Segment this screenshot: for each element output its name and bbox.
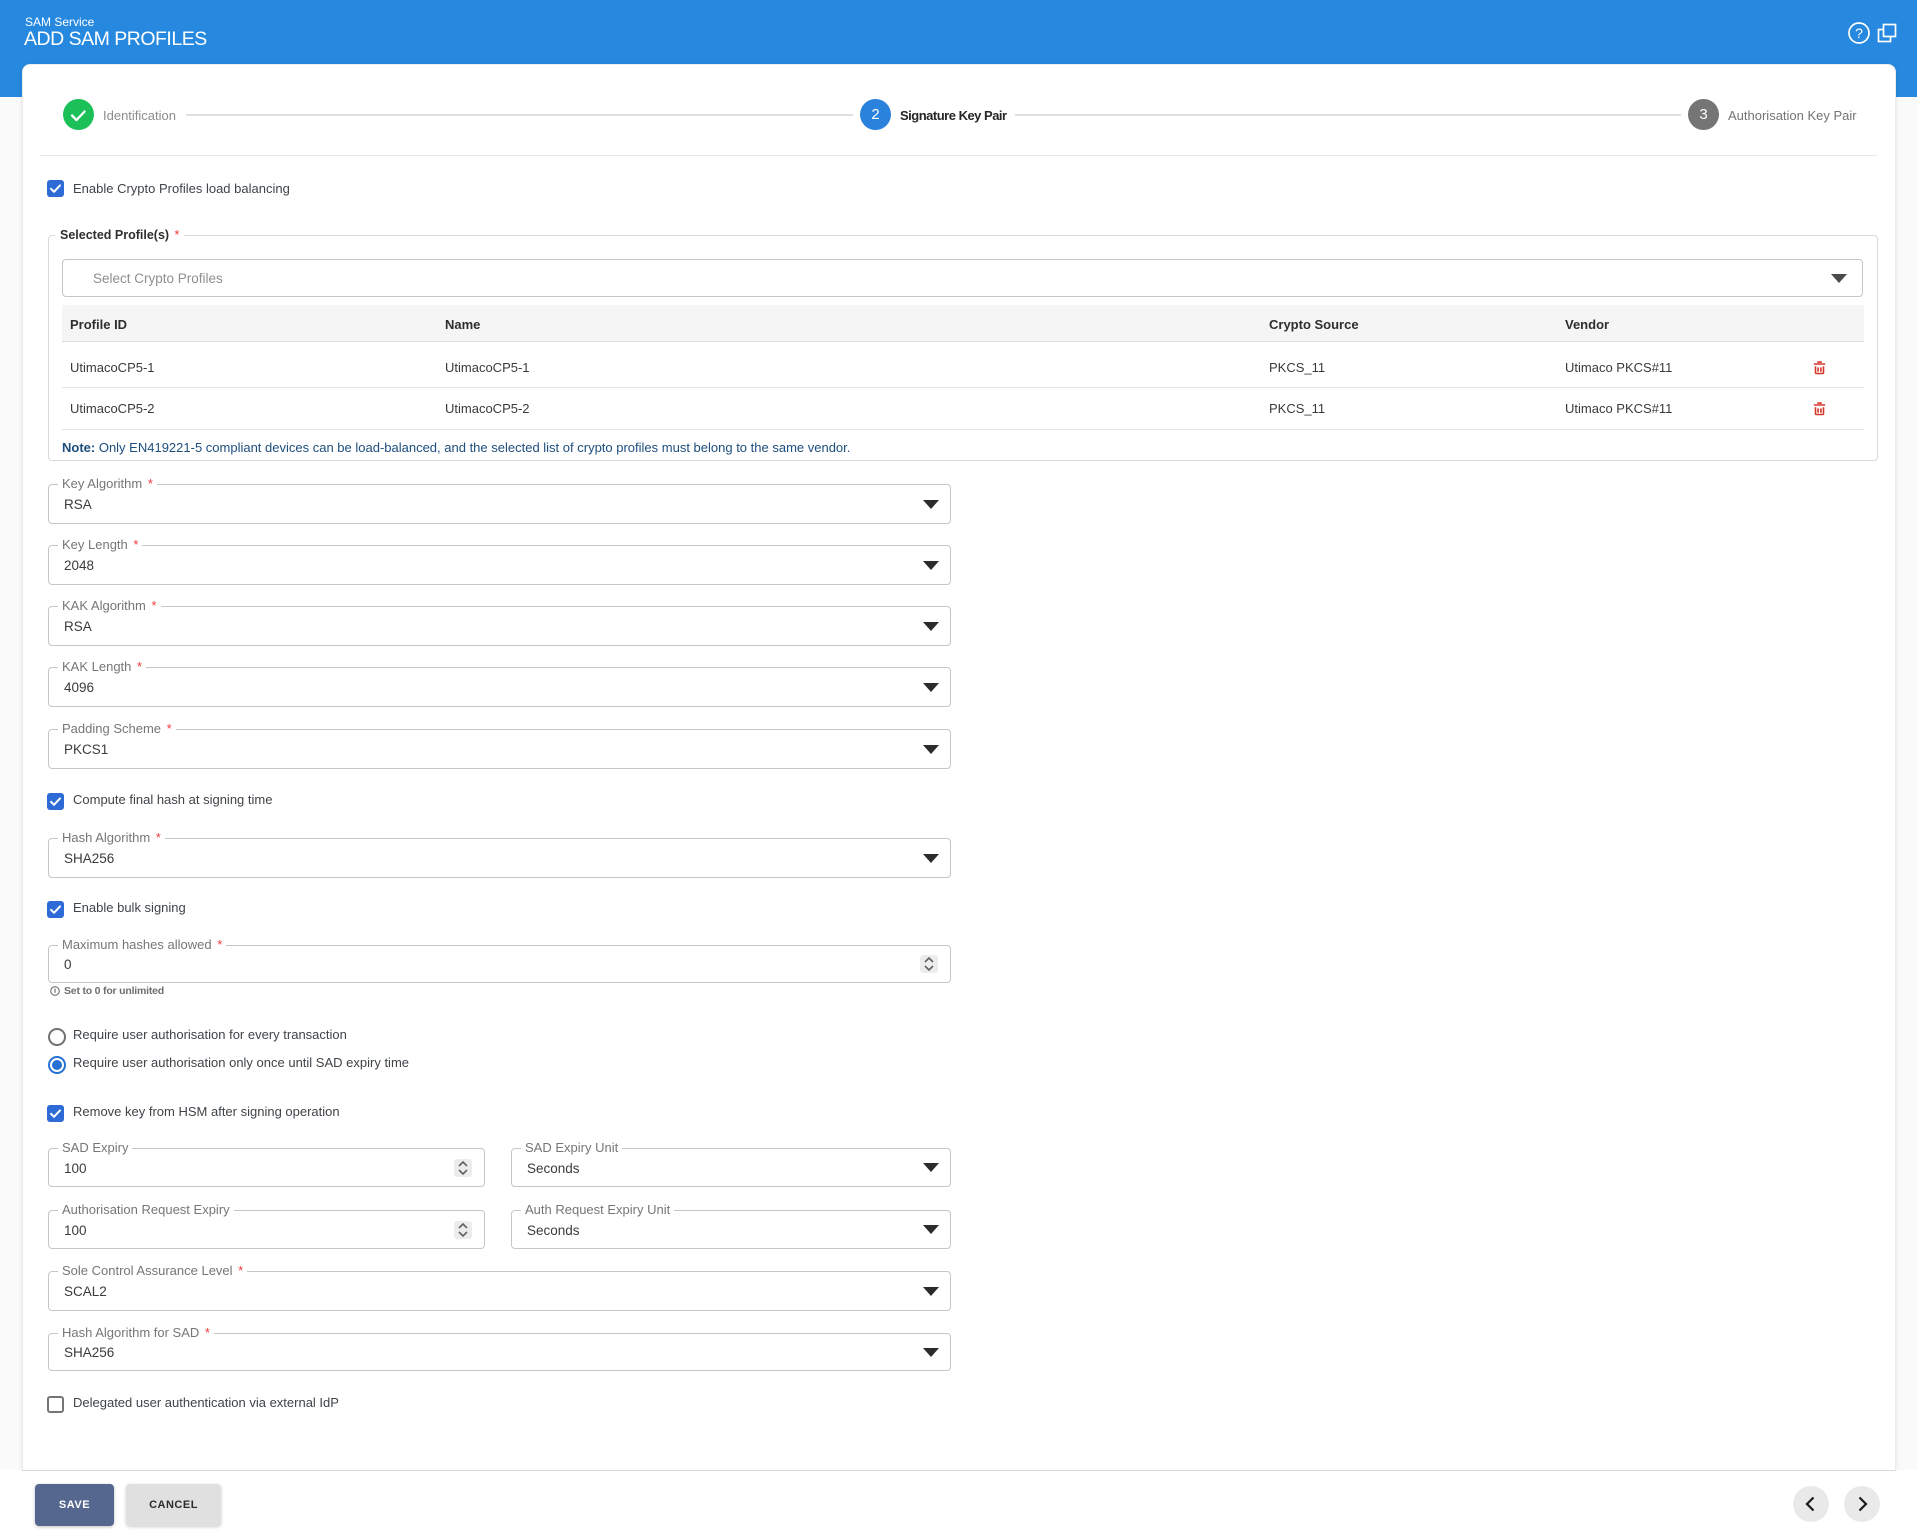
svg-text:?: ? bbox=[1855, 25, 1863, 41]
